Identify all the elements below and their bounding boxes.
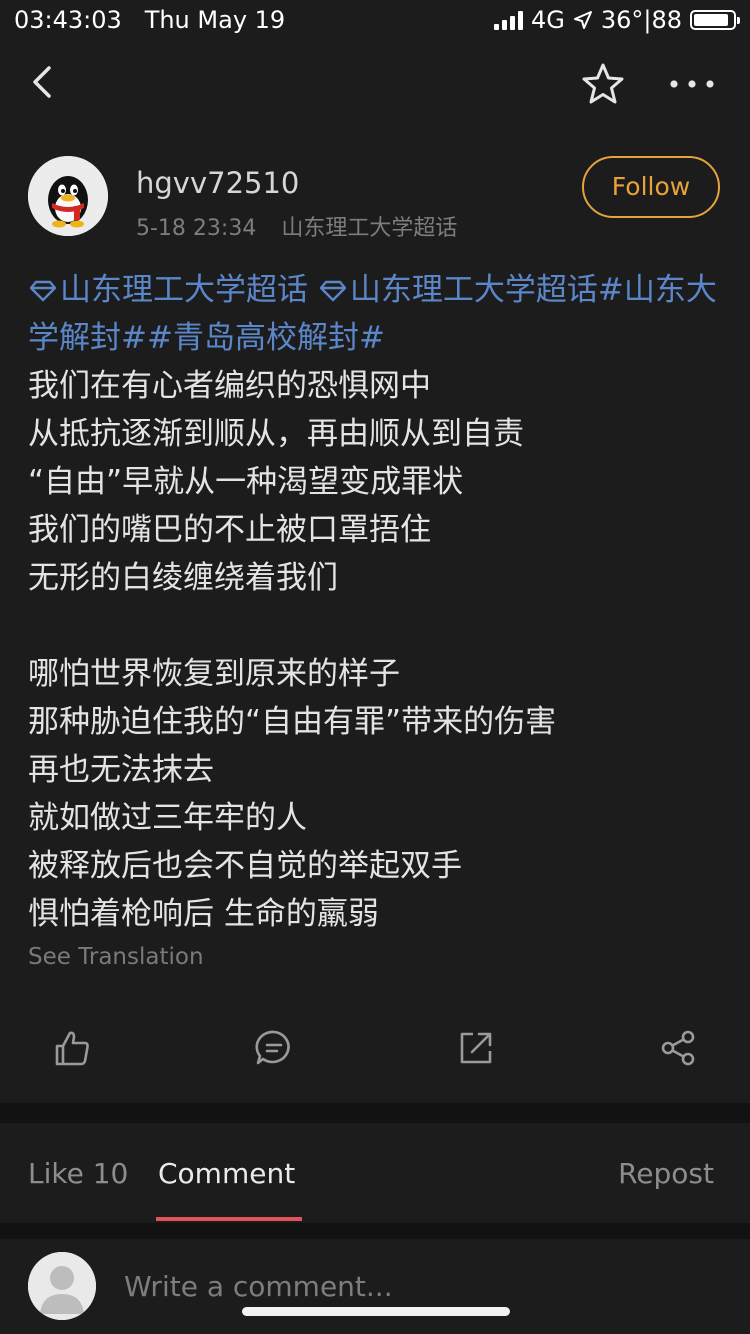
status-time: 03:43:03 Thu May 19 <box>14 6 285 34</box>
post-source[interactable]: 山东理工大学超话 <box>281 216 457 241</box>
home-indicator <box>242 1307 510 1316</box>
location-arrow-icon <box>573 11 592 29</box>
post-actions <box>0 1028 750 1076</box>
network-type: 4G <box>530 6 565 34</box>
star-icon[interactable] <box>578 60 628 108</box>
post-line: 哪怕世界恢复到原来的样子 <box>28 656 400 692</box>
post-card: hgvv72510 5-18 23:34 山东理工大学超话 Follow 山东理… <box>0 128 750 1103</box>
topic-tag-label: 山东理工大学超话 <box>349 272 598 308</box>
post-timestamp: 5-18 23:34 <box>136 216 257 241</box>
section-divider <box>0 1103 750 1123</box>
post-line: 我们在有心者编织的恐惧网中 <box>28 368 431 404</box>
topic-tag[interactable]: 山东理工大学超话 <box>28 272 308 308</box>
tab-like[interactable]: Like 10 <box>28 1157 128 1190</box>
post-line: 惧怕着枪响后 生命的羸弱 <box>28 896 379 932</box>
chevron-left-icon[interactable] <box>22 60 66 104</box>
post-tags: 山东理工大学超话 山东理工大学超话#山东大学解封##青岛高校解封# <box>28 266 728 362</box>
more-dots-icon[interactable] <box>664 62 720 106</box>
nav-bar <box>0 40 750 129</box>
section-divider <box>0 1223 750 1239</box>
post-line: 无形的白绫缠绕着我们 <box>28 560 338 596</box>
person-silhouette-icon <box>28 1252 96 1320</box>
post-line: 我们的嘴巴的不止被口罩捂住 <box>28 512 431 548</box>
post-line: 就如做过三年牢的人 <box>28 800 307 836</box>
post-line: “自由”早就从一种渴望变成罪状 <box>28 464 464 500</box>
post-tabs: Like 10 Comment Repost <box>0 1123 750 1223</box>
status-date: Thu May 19 <box>144 6 286 34</box>
penguin-avatar-icon <box>28 156 108 236</box>
post-line: 从抵抗逐渐到顺从，再由顺从到自责 <box>28 416 524 452</box>
post-line: 再也无法抹去 <box>28 752 214 788</box>
thumbs-up-icon[interactable] <box>52 1028 92 1068</box>
comment-bar <box>0 1239 750 1334</box>
temperature-battery-text: 36°|88 <box>600 6 682 34</box>
post-body: 我们在有心者编织的恐惧网中 从抵抗逐渐到顺从，再由顺从到自责 “自由”早就从一种… <box>28 362 728 938</box>
topic-tag[interactable]: 山东理工大学超话 <box>318 272 598 308</box>
topic-tag-label: 山东理工大学超话 <box>60 272 308 308</box>
share-icon[interactable] <box>658 1028 698 1068</box>
post-meta: 5-18 23:34 山东理工大学超话 <box>136 210 457 242</box>
diamond-icon <box>29 280 57 302</box>
see-translation-link[interactable]: See Translation <box>28 944 204 970</box>
signal-icon <box>493 10 523 30</box>
comment-input[interactable] <box>122 1265 686 1307</box>
active-tab-indicator <box>156 1217 302 1221</box>
follow-button[interactable]: Follow <box>582 156 720 218</box>
comment-icon[interactable] <box>254 1028 294 1068</box>
post-line: 被释放后也会不自觉的举起双手 <box>28 848 462 884</box>
status-bar: 03:43:03 Thu May 19 4G 36°|88 <box>0 0 750 40</box>
user-avatar <box>28 1252 96 1320</box>
tab-comment[interactable]: Comment <box>158 1157 295 1190</box>
tab-repost[interactable]: Repost <box>618 1157 714 1190</box>
post-line: 那种胁迫住我的“自由有罪”带来的伤害 <box>28 704 557 740</box>
post-content: 山东理工大学超话 山东理工大学超话#山东大学解封##青岛高校解封# 我们在有心者… <box>28 266 728 938</box>
username[interactable]: hgvv72510 <box>136 166 299 200</box>
battery-icon <box>690 10 740 30</box>
repost-icon[interactable] <box>456 1028 496 1068</box>
status-clock: 03:43:03 <box>14 6 122 34</box>
avatar[interactable] <box>28 156 108 236</box>
diamond-icon <box>319 280 347 302</box>
